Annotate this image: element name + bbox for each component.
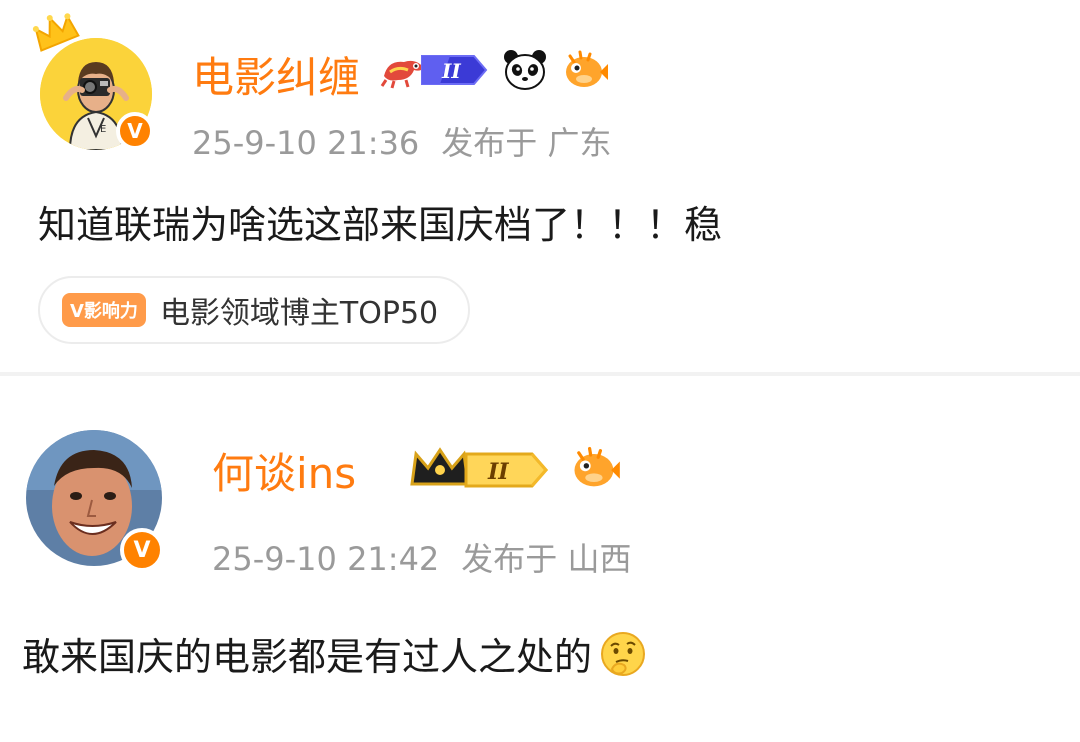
influence-text: 电影领域博主TOP50 [159,296,439,331]
svg-text:II: II [487,459,509,485]
user-badges: II [380,48,610,92]
comment-post-1: E V 电影纠缠 II 25-9-10 21:36 发布于 广东 知道联瑞为啥选… [0,0,1080,372]
pufferfish-icon [566,50,608,87]
post-location: 发布于 山西 [461,540,632,578]
post-meta: 25-9-10 21:36 发布于 广东 [192,118,611,164]
comment-feed: E V 电影纠缠 II 25-9-10 21:36 发布于 广东 知道联瑞为啥选… [0,0,1080,742]
svg-text:E: E [100,124,106,135]
post-location: 发布于 广东 [441,124,612,162]
username[interactable]: 何谈ins [212,440,356,501]
thinking-emoji-icon [601,631,646,676]
pufferfish-icon [574,446,620,487]
avatar-dianying-jiuchan[interactable]: E V [32,13,160,150]
crown-level-badge-icon: II [410,447,548,488]
user-badges: II [408,444,622,492]
verified-badge: V [116,112,154,150]
influence-pill[interactable]: V影响力 电影领域博主TOP50 [38,276,471,344]
post-meta: 25-9-10 21:42 发布于 山西 [212,534,631,580]
influence-tag: V影响力 [62,293,146,327]
avatar-hetan-ins[interactable]: V [26,430,166,572]
username[interactable]: 电影纠缠 [192,44,360,105]
comment-content-row: 敢来国庆的电影都是有过人之处的 [22,626,648,681]
level-badge-icon: II [421,55,488,85]
post-date: 25-9-10 21:36 [192,124,420,162]
comment-post-2: V 何谈ins II 25-9-10 21:42 发布于 山西 敢来国庆的电影都… [0,376,1080,742]
panda-icon [504,50,546,90]
svg-text:II: II [441,59,461,83]
post-date: 25-9-10 21:42 [212,540,440,578]
comment-content: 敢来国庆的电影都是有过人之处的 [22,635,593,679]
comment-content: 知道联瑞为啥选这部来国庆档了！！！稳 [38,203,723,247]
verified-badge: V [120,528,164,572]
